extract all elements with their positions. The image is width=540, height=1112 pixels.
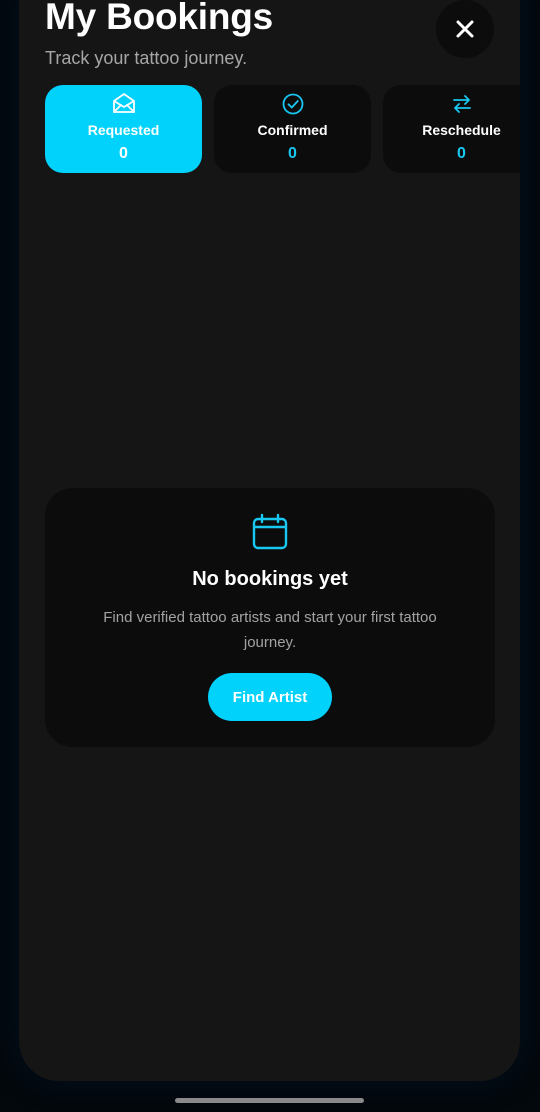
tab-count: 0 [288, 145, 297, 162]
close-button[interactable] [436, 0, 494, 58]
home-indicator[interactable] [175, 1098, 364, 1103]
tab-count: 0 [457, 145, 466, 162]
page-title: My Bookings [45, 0, 274, 37]
empty-state-message: Find verified tattoo artists and start y… [103, 609, 437, 651]
close-icon [456, 20, 474, 38]
page-subtitle: Track your tattoo journey. [45, 48, 248, 68]
calendar-icon [252, 513, 288, 550]
status-tabs: Requested 0 Confirmed 0 Reschedule 0 [45, 85, 520, 173]
tab-label: Reschedule [422, 122, 501, 138]
tab-confirmed[interactable]: Confirmed 0 [214, 85, 371, 173]
tab-requested[interactable]: Requested 0 [45, 85, 202, 173]
tab-reschedule[interactable]: Reschedule 0 [383, 85, 520, 173]
tab-count: 0 [119, 145, 128, 162]
empty-state-card: No bookings yet Find verified tattoo art… [45, 488, 495, 747]
empty-state-title: No bookings yet [192, 568, 348, 590]
find-artist-button[interactable]: Find Artist [208, 673, 332, 721]
check-circle-icon [282, 93, 303, 115]
swap-arrows-icon [452, 95, 471, 113]
tab-label: Confirmed [257, 122, 328, 138]
tab-label: Requested [87, 122, 160, 138]
envelope-open-icon [112, 93, 135, 113]
